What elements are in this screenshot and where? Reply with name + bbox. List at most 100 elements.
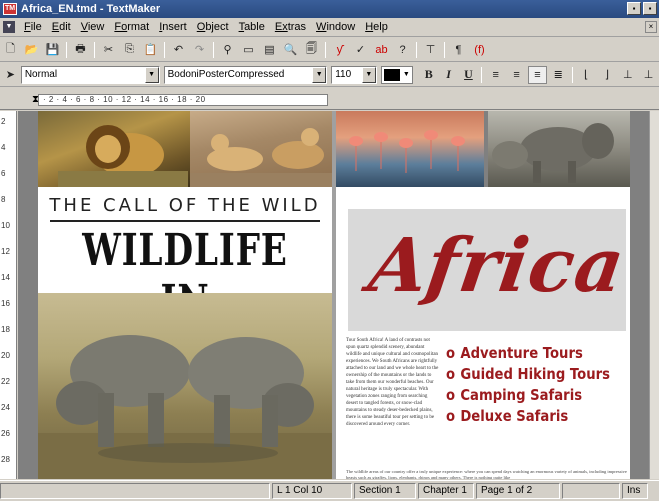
lion-photo <box>38 111 190 187</box>
chevron-down-icon[interactable]: ▼ <box>361 66 376 83</box>
menu-extras[interactable]: Extras <box>270 19 311 36</box>
vertical-ruler[interactable]: 2 4 6 8 10 12 14 16 18 20 22 24 26 28 <box>0 111 17 479</box>
minimize-button[interactable]: ▪ <box>627 2 641 15</box>
right-page[interactable]: Africa Tour South Africa! A land of cont… <box>336 187 630 479</box>
tour-item[interactable]: o Deluxe Safaris <box>446 406 609 427</box>
underline-button[interactable]: U <box>460 66 478 84</box>
chevron-down-icon[interactable]: ▼ <box>144 66 159 83</box>
undo-icon[interactable]: ↶ <box>169 41 188 59</box>
tab-right-icon[interactable]: ⌋ <box>598 66 617 84</box>
hyphenation-icon[interactable]: ƴ <box>330 41 349 59</box>
menu-window[interactable]: Window <box>311 19 360 36</box>
save-icon[interactable]: 💾 <box>43 41 62 59</box>
vruler-label: 18 <box>1 325 10 334</box>
heading-call-of-the-wild[interactable]: THE CALL OF THE WILD <box>38 195 332 216</box>
tour-list: o Adventure Tours o Guided Hiking Tours oC… <box>446 343 631 427</box>
paragraph-style-select[interactable]: Normal ▼ <box>20 65 160 84</box>
open-folder-icon[interactable]: 📂 <box>22 41 41 59</box>
africa-banner: Africa <box>348 209 630 331</box>
vruler-label: 10 <box>1 221 10 230</box>
document-close-icon[interactable]: × <box>645 21 657 33</box>
preview-icon[interactable]: 🗐 <box>302 41 321 59</box>
standard-toolbar: 🗋 📂 💾 🖶 ✂ ⎘ 📋 ↶ ↷ ⚲ ▭ ▤ 🔍 🗐 ƴ ✓ ab ? ⊤ ¶… <box>0 38 659 62</box>
vruler-label: 6 <box>1 169 6 178</box>
tour-item[interactable]: o Adventure Tours <box>446 343 609 364</box>
tour-item[interactable]: o Camping Safaris <box>446 385 609 406</box>
elephant-photo <box>488 111 630 187</box>
ruler-scale: · 2 · 4 · 6 · 8 · 10 · 12 · 14 · 16 · 18… <box>38 94 328 106</box>
vruler-label: 24 <box>1 403 10 412</box>
tab-stops-icon[interactable]: ⊤ <box>421 41 440 59</box>
paste-icon[interactable]: 📋 <box>141 41 160 59</box>
align-center-icon[interactable]: ≡ <box>507 66 526 84</box>
new-document-icon[interactable]: 🗋 <box>1 41 20 59</box>
zoom-icon[interactable]: 🔍 <box>281 41 300 59</box>
intro-body-text[interactable]: Tour South Africa! A land of contrasts n… <box>346 337 440 467</box>
chevron-down-icon[interactable]: ▼ <box>403 71 410 78</box>
vruler-label: 28 <box>1 455 10 464</box>
menu-table[interactable]: Table <box>234 19 270 36</box>
align-left-icon[interactable]: ≡ <box>486 66 505 84</box>
textmaker-window: TM Africa_EN.tmd - TextMaker ▪ ▪ ▼ File … <box>0 0 659 501</box>
vertical-scrollbar[interactable] <box>649 111 659 479</box>
redo-icon[interactable]: ↷ <box>190 41 209 59</box>
vruler-label: 20 <box>1 351 10 360</box>
paragraph-marks-icon[interactable]: ¶ <box>449 41 468 59</box>
document-menu-icon[interactable]: ▼ <box>3 21 15 33</box>
justify-icon[interactable]: ≣ <box>549 66 568 84</box>
page-view-icon[interactable]: ▤ <box>260 41 279 59</box>
status-section: Section 1 <box>354 483 416 499</box>
document-canvas[interactable]: THE CALL OF THE WILD WILDLIFE IN <box>18 111 649 479</box>
menu-insert[interactable]: Insert <box>154 19 192 36</box>
tab-decimal-icon[interactable]: ⊥ <box>639 66 658 84</box>
vruler-label: 4 <box>1 143 6 152</box>
font-select[interactable]: BodoniPosterCompressed ▼ <box>163 65 328 84</box>
status-insert-mode[interactable]: Ins <box>622 483 648 499</box>
color-swatch <box>383 68 400 81</box>
spellcheck-icon[interactable]: ✓ <box>351 41 370 59</box>
tab-left-icon[interactable]: ⌊ <box>577 66 596 84</box>
menu-file[interactable]: File <box>19 19 47 36</box>
align-right-icon[interactable]: ≡ <box>528 65 547 84</box>
find-binoculars-icon[interactable]: ⚲ <box>218 41 237 59</box>
chevron-down-icon[interactable]: ▼ <box>312 66 327 83</box>
heading-rule <box>50 220 320 222</box>
bold-button[interactable]: B <box>420 66 438 84</box>
window-controls: ▪ ▪ <box>627 2 657 15</box>
thesaurus-icon[interactable]: ? <box>393 41 412 59</box>
close-button[interactable]: ▪ <box>643 2 657 15</box>
vruler-label: 22 <box>1 377 10 386</box>
print-icon[interactable]: 🖶 <box>71 41 90 59</box>
pointer-icon[interactable]: ➤ <box>1 66 20 84</box>
window-title: Africa_EN.tmd - TextMaker <box>21 3 161 15</box>
tour-item[interactable]: o Guided Hiking Tours <box>446 364 610 385</box>
cut-icon[interactable]: ✂ <box>99 41 118 59</box>
menu-object[interactable]: Object <box>192 19 234 36</box>
paragraph-style-value: Normal <box>24 69 58 80</box>
vruler-label: 16 <box>1 299 10 308</box>
horizontal-ruler[interactable]: ⧗ · 2 · 4 · 6 · 8 · 10 · 12 · 14 · 16 · … <box>0 88 659 110</box>
vruler-label: 14 <box>1 273 10 282</box>
tab-center-icon[interactable]: ⊥ <box>618 66 637 84</box>
italic-button[interactable]: I <box>440 66 458 84</box>
africa-title[interactable]: Africa <box>364 223 630 309</box>
menu-help[interactable]: Help <box>360 19 393 36</box>
app-icon[interactable]: TM <box>3 3 17 15</box>
left-page[interactable]: THE CALL OF THE WILD WILDLIFE IN <box>38 187 332 479</box>
flamingo-photo <box>336 111 484 187</box>
font-size-select[interactable]: 110 ▼ <box>331 65 377 84</box>
text-color-select[interactable]: ▼ <box>380 65 413 84</box>
spell-abc-icon[interactable]: ab <box>372 41 391 59</box>
copy-icon[interactable]: ⎘ <box>120 41 139 59</box>
menu-view[interactable]: View <box>76 19 110 36</box>
font-value: BodoniPosterCompressed <box>167 69 285 80</box>
menu-edit[interactable]: Edit <box>47 19 76 36</box>
rhino-photo <box>38 293 332 479</box>
status-chapter: Chapter 1 <box>418 483 474 499</box>
field-icon[interactable]: (f) <box>470 41 489 59</box>
cheetah-photo <box>190 111 342 187</box>
menu-format[interactable]: Format <box>109 19 154 36</box>
title-bar[interactable]: TM Africa_EN.tmd - TextMaker ▪ ▪ <box>0 0 659 18</box>
normal-view-icon[interactable]: ▭ <box>239 41 258 59</box>
wildlife-footnote[interactable]: The wildlife areas of our country offer … <box>346 469 630 479</box>
